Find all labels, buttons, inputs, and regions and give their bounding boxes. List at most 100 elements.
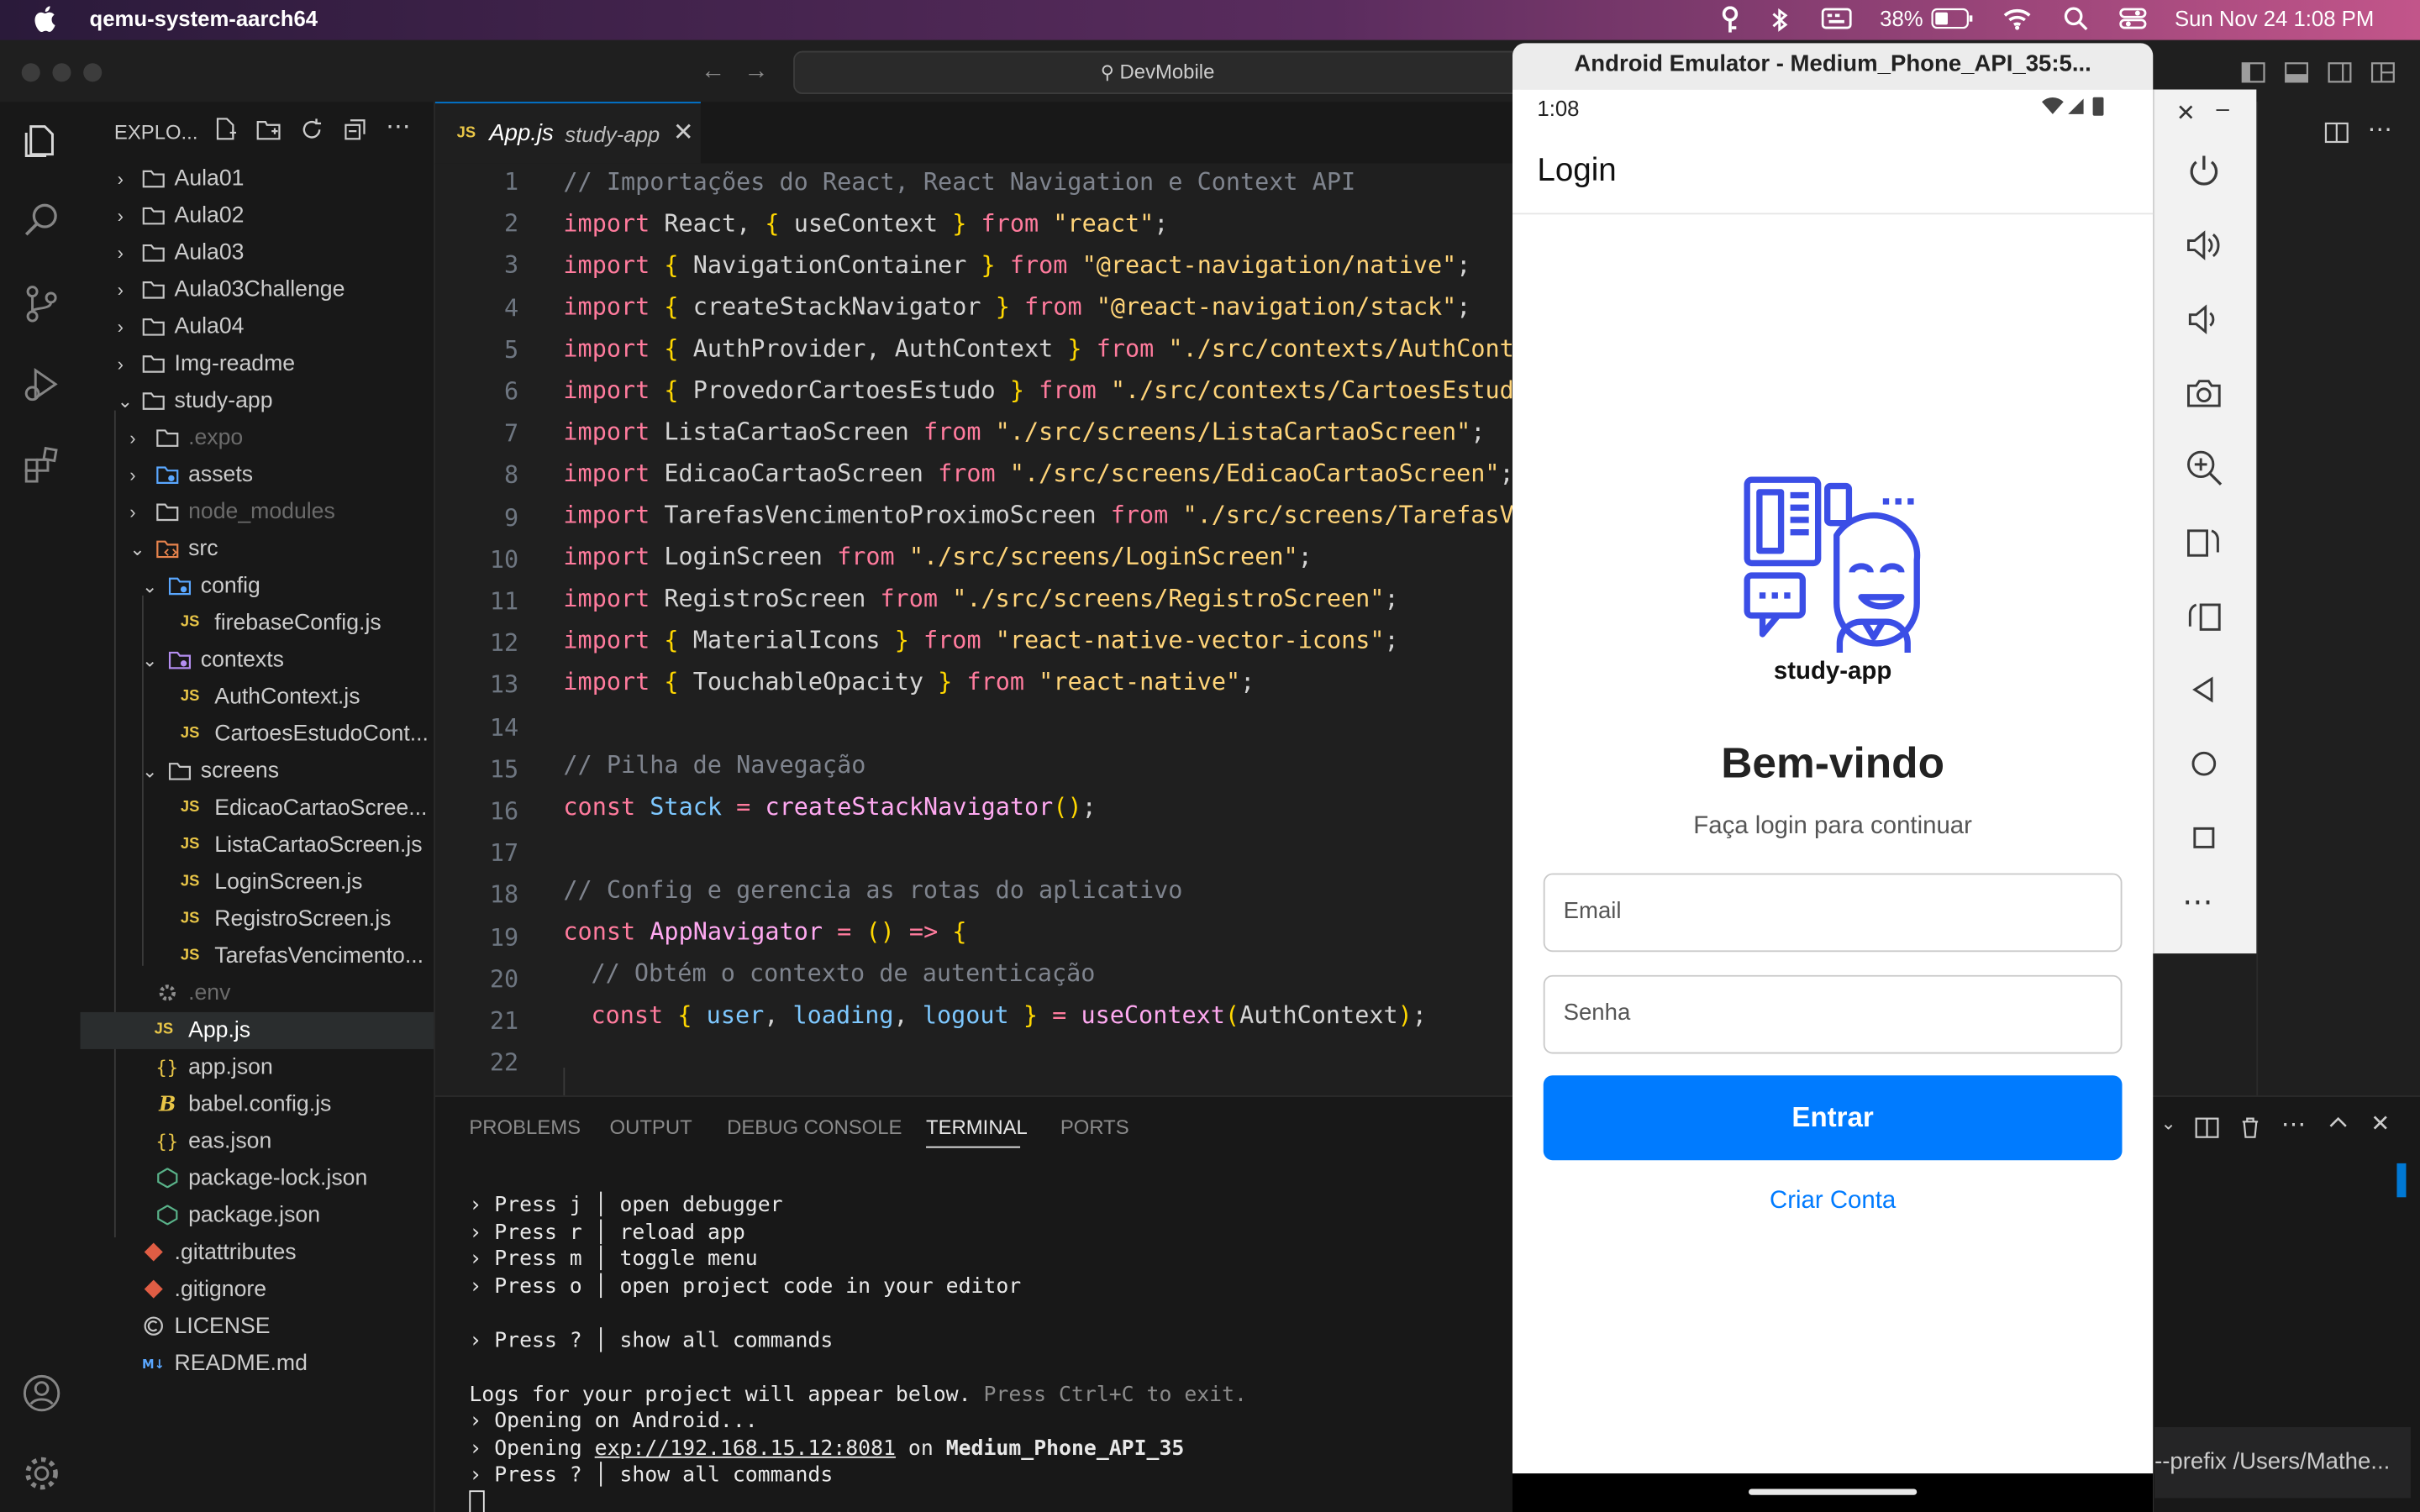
keyboard-icon[interactable] bbox=[1821, 6, 1852, 35]
tab-debug-console[interactable]: DEBUG CONSOLE bbox=[727, 1116, 902, 1139]
chevron-right-icon[interactable]: › bbox=[129, 457, 135, 494]
apple-icon[interactable] bbox=[34, 5, 58, 33]
tab-output[interactable]: OUTPUT bbox=[610, 1116, 692, 1139]
tree-item[interactable]: › Aula01 bbox=[81, 160, 434, 197]
tree-item[interactable]: JS EdicaoCartaoScree... bbox=[81, 790, 434, 827]
account-icon[interactable] bbox=[22, 1373, 62, 1414]
tree-item[interactable]: JS AuthContext.js bbox=[81, 679, 434, 716]
tree-item[interactable]: package-lock.json bbox=[81, 1160, 434, 1197]
collapse-all-icon[interactable] bbox=[343, 118, 367, 150]
rotate-right-icon[interactable] bbox=[2184, 596, 2224, 636]
tree-item[interactable]: › Aula03 bbox=[81, 234, 434, 271]
chevron-right-icon[interactable]: › bbox=[129, 420, 135, 457]
chevron-right-icon[interactable]: › bbox=[118, 271, 124, 308]
terminal-link[interactable]: exp://192.168.15.12:8081 bbox=[595, 1436, 896, 1461]
tree-item[interactable]: JS TarefasVencimento... bbox=[81, 938, 434, 975]
tree-item[interactable]: {} eas.json bbox=[81, 1123, 434, 1160]
camera-icon[interactable] bbox=[2184, 373, 2224, 413]
chevron-right-icon[interactable]: › bbox=[118, 197, 124, 234]
tree-item[interactable]: M↓ README.md bbox=[81, 1346, 434, 1383]
login-button[interactable]: Entrar bbox=[1543, 1075, 2123, 1161]
back-triangle-icon[interactable] bbox=[2184, 669, 2224, 710]
trash-icon[interactable] bbox=[2238, 1116, 2262, 1148]
chevron-down-icon[interactable]: ⌄ bbox=[142, 568, 157, 605]
settings-gear-icon[interactable] bbox=[22, 1453, 62, 1494]
power-icon[interactable] bbox=[2184, 151, 2224, 192]
tree-item[interactable]: ⌄ src bbox=[81, 531, 434, 568]
chevron-down-icon[interactable]: ⌄ bbox=[2160, 1112, 2175, 1134]
volume-down-icon[interactable] bbox=[2184, 299, 2224, 339]
create-account-link[interactable]: Criar Conta bbox=[1512, 1188, 2153, 1215]
tab-close-icon[interactable]: ✕ bbox=[673, 118, 694, 149]
tree-item[interactable]: {} app.json bbox=[81, 1049, 434, 1086]
zoom-in-icon[interactable] bbox=[2184, 448, 2224, 488]
bluetooth-icon[interactable] bbox=[1769, 6, 1791, 39]
maximize-panel-icon[interactable] bbox=[2328, 1112, 2349, 1142]
run-debug-icon[interactable] bbox=[22, 364, 62, 404]
chevron-down-icon[interactable]: ⌄ bbox=[142, 642, 157, 679]
extensions-icon[interactable] bbox=[22, 444, 62, 485]
tree-item[interactable]: ⌄ study-app bbox=[81, 383, 434, 420]
email-input[interactable] bbox=[1560, 896, 2107, 927]
tab-app-js[interactable]: JS App.js study-app ✕ bbox=[434, 102, 701, 165]
tree-item[interactable]: JS App.js bbox=[80, 1011, 434, 1049]
code-editor[interactable]: 1 2 3 4 5 6 7 8 9 10 11 12 13 14 15 16 17 18 19 20 21 22 // I… bbox=[434, 163, 1513, 1096]
tab-terminal[interactable]: TERMINAL bbox=[926, 1116, 1028, 1139]
tab-ports[interactable]: PORTS bbox=[1060, 1116, 1129, 1139]
chevron-right-icon[interactable]: › bbox=[129, 494, 135, 531]
home-circle-icon[interactable] bbox=[2184, 743, 2224, 784]
panel-more-actions-icon[interactable]: ⋯ bbox=[2281, 1110, 2306, 1141]
chevron-right-icon[interactable]: › bbox=[118, 234, 124, 271]
tree-item[interactable]: ⌄ config bbox=[81, 568, 434, 605]
tree-item[interactable]: › node_modules bbox=[81, 494, 434, 531]
tree-item[interactable]: JS RegistroScreen.js bbox=[81, 901, 434, 938]
new-file-icon[interactable] bbox=[213, 118, 237, 150]
tree-item[interactable]: Bbabel.config.js bbox=[81, 1086, 434, 1123]
tree-item[interactable]: package.json bbox=[81, 1197, 434, 1234]
gesture-handle[interactable] bbox=[1749, 1488, 1918, 1495]
key-icon[interactable] bbox=[1719, 6, 1741, 39]
overview-square-icon[interactable] bbox=[2184, 817, 2224, 858]
tree-item[interactable]: JS ListaCartaoScreen.js bbox=[81, 827, 434, 864]
password-field[interactable] bbox=[1543, 974, 2123, 1054]
volume-up-icon[interactable] bbox=[2184, 225, 2224, 265]
tree-item[interactable]: ⌄ screens bbox=[81, 753, 434, 790]
new-folder-icon[interactable] bbox=[256, 118, 281, 150]
password-input[interactable] bbox=[1560, 998, 2107, 1028]
chevron-down-icon[interactable]: ⌄ bbox=[142, 753, 157, 790]
tree-item[interactable]: › Aula02 bbox=[81, 197, 434, 234]
toggle-primary-sidebar-icon[interactable] bbox=[2241, 60, 2265, 93]
terminal-scrollbar[interactable] bbox=[2396, 1163, 2407, 1198]
rotate-left-icon[interactable] bbox=[2184, 522, 2224, 562]
split-terminal-icon[interactable] bbox=[2195, 1116, 2219, 1148]
tree-item[interactable]: JS LoginScreen.js bbox=[81, 864, 434, 901]
search-icon[interactable] bbox=[22, 201, 62, 241]
tree-item[interactable]: › Img-readme bbox=[81, 345, 434, 382]
tree-item[interactable]: .gitignore bbox=[81, 1271, 434, 1308]
emulator-title-bar[interactable]: Android Emulator - Medium_Phone_API_35:5… bbox=[1512, 43, 2154, 90]
tab-problems[interactable]: PROBLEMS bbox=[469, 1116, 581, 1139]
explorer-icon[interactable] bbox=[22, 120, 62, 160]
zoom-window-button[interactable] bbox=[83, 63, 103, 82]
terminal-cursor[interactable] bbox=[469, 1490, 485, 1512]
phone-screen[interactable]: 1:08 Login study-app Bem-vindo Faça logi… bbox=[1512, 89, 2154, 1512]
tree-item[interactable]: .env bbox=[81, 975, 434, 1012]
control-center-icon[interactable] bbox=[2119, 6, 2147, 35]
chevron-right-icon[interactable]: › bbox=[118, 345, 124, 382]
close-panel-icon[interactable]: ✕ bbox=[2370, 1110, 2390, 1137]
more-actions-icon[interactable]: ⋯ bbox=[386, 111, 410, 142]
battery-icon[interactable] bbox=[1931, 8, 1974, 34]
wifi-icon[interactable] bbox=[2002, 6, 2033, 35]
emulator-close-icon[interactable]: ✕ bbox=[2176, 99, 2196, 126]
chevron-down-icon[interactable]: ⌄ bbox=[118, 383, 133, 420]
tree-item[interactable]: › Aula03Challenge bbox=[81, 271, 434, 308]
back-arrow-icon[interactable]: ← bbox=[701, 59, 725, 87]
chevron-right-icon[interactable]: › bbox=[118, 308, 124, 345]
toggle-panel-icon[interactable] bbox=[2284, 60, 2309, 93]
tree-item[interactable]: › assets bbox=[81, 457, 434, 494]
tree-item[interactable]: LICENSE bbox=[81, 1309, 434, 1346]
active-app-name[interactable]: qemu-system-aarch64 bbox=[90, 6, 318, 30]
close-window-button[interactable] bbox=[21, 63, 40, 82]
customize-layout-icon[interactable] bbox=[2370, 60, 2395, 93]
chevron-down-icon[interactable]: ⌄ bbox=[129, 531, 145, 568]
